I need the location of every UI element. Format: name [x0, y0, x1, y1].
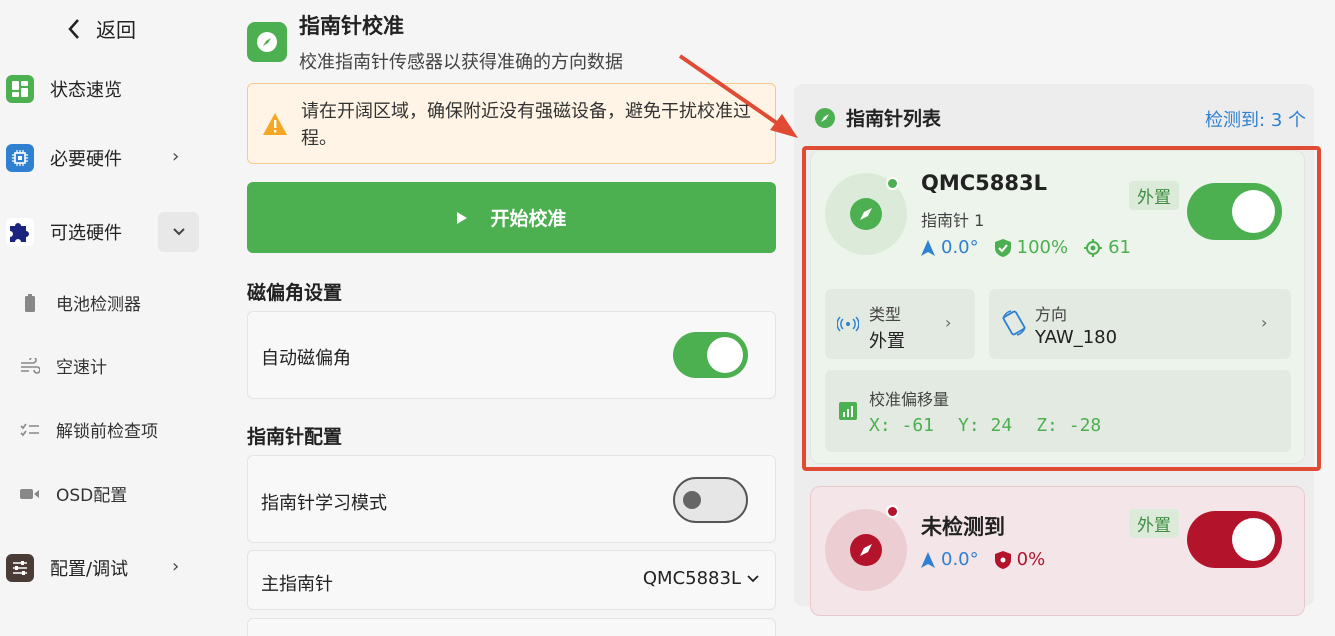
- declination-section-title: 磁偏角设置: [247, 282, 343, 304]
- page-subtitle: 校准指南针传感器以获得准确的方向数据: [299, 52, 623, 73]
- compass-enable-toggle[interactable]: [1187, 511, 1282, 568]
- primary-compass-card[interactable]: 主指南针 QMC5883L: [247, 550, 776, 610]
- health-value: 0%: [1016, 549, 1046, 570]
- highlight-frame: [802, 146, 1321, 471]
- offline-status-dot: [886, 505, 899, 518]
- sidebar-subitem-label: 解锁前检查项: [56, 422, 158, 442]
- chevron-down-icon[interactable]: [158, 212, 199, 252]
- navigation-arrow-icon: [921, 551, 935, 568]
- battery-icon: [20, 293, 40, 313]
- compass-config-section-title: 指南针配置: [247, 426, 343, 448]
- sidebar-item-label: 配置/调试: [50, 559, 129, 580]
- compass-card[interactable]: 未检测到 0.0° 0% 外置: [810, 486, 1305, 616]
- chevron-down-icon: [747, 574, 759, 582]
- sidebar-item-status[interactable]: 状态速览: [6, 75, 122, 103]
- page-title: 指南针校准: [299, 14, 404, 38]
- sidebar-item-label: 必要硬件: [50, 149, 122, 170]
- warning-banner: 请在开阔区域，确保附近没有强磁设备，避免干扰校准过程。: [247, 83, 776, 164]
- external-badge: 外置: [1129, 509, 1179, 538]
- compass-list-header: 指南针列表: [814, 104, 941, 131]
- dashboard-icon: [6, 75, 34, 103]
- sidebar-subitem-prearm[interactable]: 解锁前检查项: [20, 417, 158, 442]
- video-icon: [20, 484, 40, 504]
- sidebar-subitem-label: 电池检测器: [56, 295, 141, 315]
- chevron-left-icon: [68, 18, 79, 39]
- compass-name: 未检测到: [921, 515, 1005, 539]
- sidebar-subitem-label: OSD配置: [56, 486, 128, 506]
- chevron-right-icon[interactable]: ›: [172, 146, 179, 167]
- shield-alert-icon: [994, 550, 1011, 569]
- sidebar-item-optional-hardware[interactable]: 可选硬件: [6, 218, 122, 246]
- sidebar-subitem-battery[interactable]: 电池检测器: [20, 290, 141, 315]
- auto-declination-label: 自动磁偏角: [261, 348, 351, 369]
- sidebar-subitem-label: 空速计: [56, 358, 107, 378]
- back-label: 返回: [96, 18, 136, 42]
- heading-stat: 0.0°: [921, 549, 979, 570]
- heading-value: 0.0°: [941, 549, 979, 570]
- auto-declination-toggle[interactable]: [673, 332, 748, 378]
- compass-list-title: 指南针列表: [846, 108, 942, 130]
- health-stat: 0%: [994, 549, 1046, 570]
- config-card-partial: [247, 618, 776, 636]
- sidebar-item-label: 可选硬件: [50, 223, 122, 244]
- learn-mode-toggle[interactable]: [673, 477, 748, 523]
- checklist-icon: [20, 420, 40, 440]
- back-button[interactable]: 返回: [66, 14, 136, 43]
- sidebar: 返回 状态速览 必要硬件 › 可选硬件 电池检测器 空速计 解锁前检查项 OSD…: [0, 0, 215, 636]
- puzzle-icon: [6, 218, 34, 246]
- sidebar-item-config[interactable]: 配置/调试: [6, 554, 128, 582]
- warning-icon: [263, 113, 287, 135]
- start-calibration-button[interactable]: 开始校准: [247, 182, 776, 253]
- warning-text: 请在开阔区域，确保附近没有强磁设备，避免干扰校准过程。: [301, 101, 751, 149]
- auto-declination-card: 自动磁偏角: [247, 311, 776, 399]
- sidebar-item-label: 状态速览: [50, 80, 122, 101]
- primary-compass-value: QMC5883L: [642, 568, 741, 589]
- chevron-right-icon[interactable]: ›: [172, 556, 179, 577]
- primary-compass-select[interactable]: QMC5883L: [643, 568, 759, 589]
- sidebar-subitem-osd[interactable]: OSD配置: [20, 481, 127, 506]
- start-calibration-label: 开始校准: [490, 208, 567, 230]
- compass-stats: 0.0° 0%: [921, 549, 1061, 570]
- compass-icon: [247, 22, 287, 62]
- sidebar-item-required-hardware[interactable]: 必要硬件: [6, 144, 122, 172]
- wind-icon: [20, 356, 40, 376]
- compass-status-circle: [825, 509, 907, 591]
- chip-icon: [6, 144, 34, 172]
- play-icon: [457, 211, 468, 224]
- detected-count[interactable]: 检测到: 3 个: [1205, 106, 1306, 132]
- sidebar-subitem-airspeed[interactable]: 空速计: [20, 353, 107, 378]
- compass-icon: [850, 534, 882, 566]
- compass-icon: [815, 107, 835, 128]
- sliders-icon: [6, 554, 34, 582]
- primary-compass-label: 主指南针: [261, 574, 333, 595]
- learn-mode-card: 指南针学习模式: [247, 455, 776, 543]
- learn-mode-label: 指南针学习模式: [261, 493, 387, 514]
